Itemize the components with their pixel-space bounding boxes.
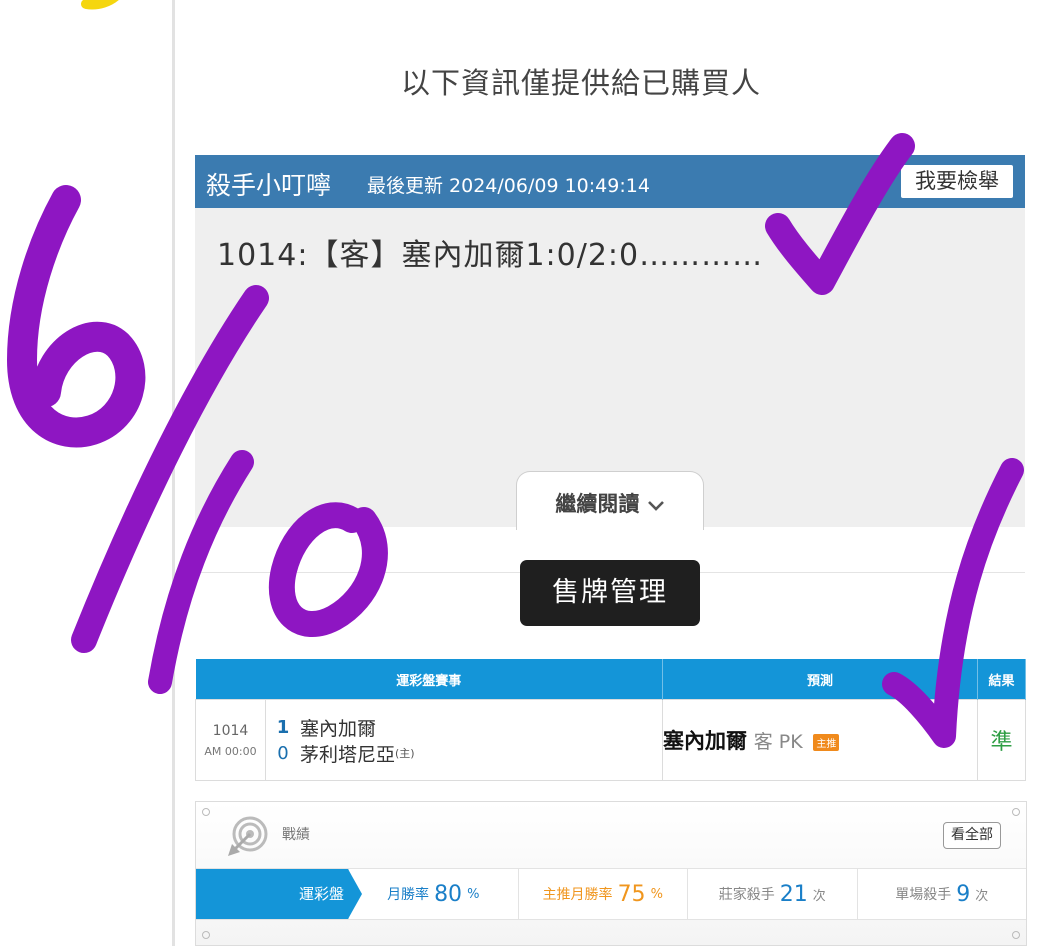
team2-score: 0 — [277, 742, 289, 764]
purchase-notice: 以下資訊僅提供給已購買人 — [400, 66, 761, 100]
corner-dot — [1012, 808, 1020, 816]
last-updated: 最後更新 2024/06/09 10:49:14 — [367, 175, 650, 197]
stats-tab-lottery[interactable]: 運彩盤 — [196, 869, 362, 919]
author-name[interactable]: 殺手小叮嚀 — [206, 166, 331, 202]
stat-single-game-killer: 單場殺手 9 次 — [856, 869, 1027, 919]
stat-monthly-win-rate: 月勝率 80 % — [348, 869, 518, 919]
record-panel: 戰績 看全部 運彩盤 月勝率 80 % 主推月勝率 75 % 莊家殺手 21 次 — [195, 801, 1027, 946]
main-content: 以下資訊僅提供給已購買人 殺手小叮嚀 最後更新 2024/06/09 10:49… — [175, 0, 1059, 946]
game-table: 運彩盤賽事 預測 結果 1014 AM 00:00 1 塞內加爾 0 茅利塔尼亞… — [195, 659, 1027, 781]
main-pick-badge: 主推 — [813, 733, 840, 751]
stats-row: 運彩盤 月勝率 80 % 主推月勝率 75 % 莊家殺手 21 次 單場殺手 9… — [196, 868, 1026, 920]
corner-dot — [202, 931, 210, 939]
view-all-button[interactable]: 看全部 — [943, 822, 1001, 849]
header-result: 結果 — [977, 659, 1027, 700]
stat-banker-killer: 莊家殺手 21 次 — [687, 869, 857, 919]
report-button[interactable]: 我要檢舉 — [901, 165, 1013, 198]
article-panel: 殺手小叮嚀 最後更新 2024/06/09 10:49:14 我要檢舉 1014… — [195, 155, 1025, 530]
team1-name: 塞內加爾 — [300, 717, 377, 740]
chevron-down-icon — [647, 492, 665, 516]
teams-cell: 1 塞內加爾 0 茅利塔尼亞 (主) — [264, 699, 664, 781]
corner-dot — [202, 808, 210, 816]
home-tag: (主) — [395, 747, 415, 760]
table-header-row: 運彩盤賽事 預測 結果 — [195, 659, 1027, 700]
game-code: 1014 — [212, 722, 249, 739]
team-away: 1 塞內加爾 — [266, 714, 662, 740]
stat-main-pick-win-rate: 主推月勝率 75 % — [517, 869, 688, 919]
target-icon — [226, 814, 270, 864]
table-row: 1014 AM 00:00 1 塞內加爾 0 茅利塔尼亞 (主) 塞內加爾 客 … — [195, 699, 1027, 781]
game-time: AM 00:00 — [204, 744, 257, 758]
left-margin — [0, 0, 172, 946]
read-more-button[interactable]: 繼續閱讀 — [516, 471, 704, 530]
team1-score: 1 — [276, 716, 290, 738]
prediction-side: 客 PK — [753, 731, 803, 753]
game-code-cell: 1014 AM 00:00 — [195, 699, 266, 781]
corner-dot — [1012, 931, 1020, 939]
article-headline: 1014:【客】塞內加爾1:0/2:0………… — [217, 238, 764, 273]
article-header: 殺手小叮嚀 最後更新 2024/06/09 10:49:14 我要檢舉 — [195, 155, 1025, 208]
read-more-label: 繼續閱讀 — [555, 492, 640, 516]
header-prediction: 預測 — [662, 659, 979, 700]
record-title: 戰績 — [282, 827, 310, 843]
prediction-cell: 塞內加爾 客 PK 主推 — [662, 699, 979, 781]
team-home: 0 茅利塔尼亞 (主) — [266, 740, 662, 766]
sale-management-button[interactable]: 售牌管理 — [520, 560, 700, 626]
team2-name: 茅利塔尼亞 — [300, 743, 396, 766]
prediction-team: 塞內加爾 — [663, 729, 748, 753]
result-cell: 準 — [977, 699, 1027, 781]
header-game: 運彩盤賽事 — [195, 659, 664, 700]
